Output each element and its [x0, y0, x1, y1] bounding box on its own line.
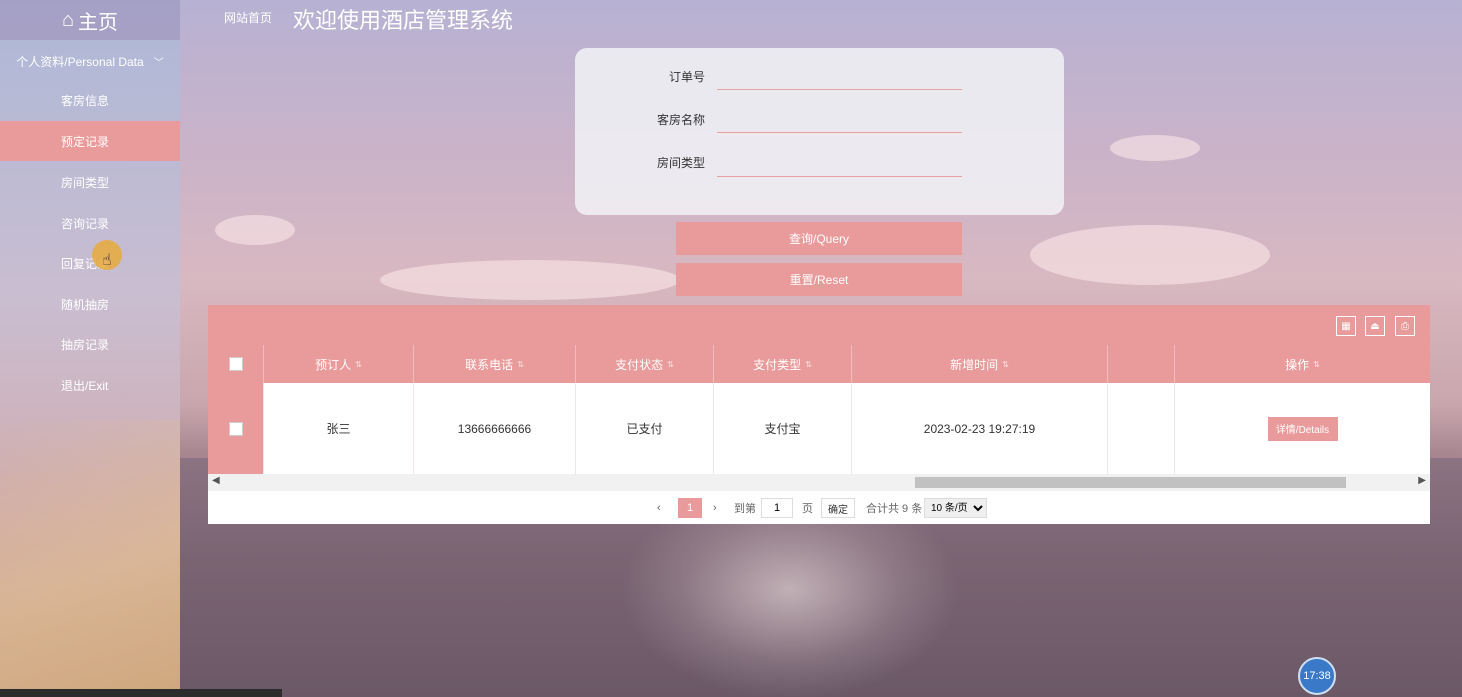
page-unit-label: 页 — [802, 503, 813, 515]
cloud-shape — [1030, 225, 1270, 285]
cell-created: 2023-02-23 19:27:19 — [852, 383, 1108, 474]
scroll-right-icon[interactable]: ▶ — [1418, 475, 1426, 486]
sidebar-item-label: 抽房记录 — [61, 337, 110, 352]
row-checkbox[interactable] — [228, 421, 243, 436]
cloud-shape — [380, 260, 680, 300]
next-page-icon[interactable]: › — [713, 498, 717, 518]
scroll-thumb[interactable] — [915, 477, 1346, 488]
search-panel: 订单号 客房名称 房间类型 — [575, 48, 1064, 215]
sidebar-item-rooms[interactable]: 客房信息 — [0, 80, 180, 120]
sort-icon: ⇅ — [517, 359, 524, 369]
goto-page-input[interactable] — [761, 498, 793, 518]
chevron-down-icon: ﹀ — [153, 57, 164, 69]
goto-confirm-button[interactable]: 确定 — [821, 498, 855, 518]
column-label: 新增时间 — [950, 357, 999, 372]
column-label: 支付类型 — [753, 357, 802, 372]
columns-icon[interactable]: ▦ — [1336, 316, 1356, 336]
cell-blank — [1108, 383, 1175, 474]
sidebar-item-label: 房间类型 — [61, 175, 110, 190]
cell-booker: 张三 — [264, 383, 414, 474]
sidebar-section-label: 个人资料/Personal Data — [16, 54, 144, 69]
sidebar-section-personal[interactable]: 个人资料/Personal Data ﹀ — [0, 50, 180, 72]
select-all-checkbox[interactable] — [228, 357, 243, 371]
brand-title: 主页 — [78, 11, 119, 34]
sidebar-item-room-types[interactable]: 房间类型 — [0, 162, 180, 202]
sidebar-item-label: 退出/Exit — [61, 378, 109, 393]
column-header-pay-type[interactable]: 支付类型 ⇅ — [714, 345, 852, 383]
status-strip — [0, 689, 282, 697]
column-label: 预订人 — [315, 357, 352, 372]
room-type-input[interactable] — [717, 151, 962, 177]
column-label: 操作 — [1285, 357, 1310, 372]
column-header-pay-status[interactable]: 支付状态 ⇅ — [576, 345, 714, 383]
goto-label: 到第 — [734, 503, 756, 515]
print-icon[interactable]: ⎙ — [1395, 316, 1415, 336]
page-size-select[interactable]: 10 条/页 — [924, 498, 987, 518]
export-icon[interactable]: ⏏ — [1365, 316, 1385, 336]
horizontal-scrollbar[interactable]: ◀ ▶ — [208, 474, 1430, 491]
column-header-phone[interactable]: 联系电话 ⇅ — [414, 345, 576, 383]
column-label: 支付状态 — [615, 357, 664, 372]
query-button[interactable]: 查询/Query — [676, 222, 962, 255]
sidebar-item-label: 随机抽房 — [61, 297, 110, 312]
order-number-input[interactable] — [717, 64, 962, 90]
column-header-created[interactable]: 新增时间 ⇅ — [852, 345, 1108, 383]
cloud-shape — [1110, 135, 1200, 161]
sidebar-item-inquiries[interactable]: 咨询记录 — [0, 203, 180, 243]
sidebar-item-draw-records[interactable]: 抽房记录 — [0, 324, 180, 364]
home-icon: ⌂ — [61, 9, 75, 31]
column-header-booker[interactable]: 预订人 ⇅ — [264, 345, 414, 383]
row-select-cell — [208, 383, 264, 474]
sort-icon: ⇅ — [1313, 359, 1320, 369]
room-name-input[interactable] — [717, 107, 962, 133]
sort-icon: ⇅ — [1002, 359, 1009, 369]
sidebar-item-bookings[interactable]: 预定记录 — [0, 121, 180, 161]
cell-pay-type: 支付宝 — [714, 383, 852, 474]
page-title: 欢迎使用酒店管理系统 — [293, 8, 514, 33]
sidebar-item-random-room[interactable]: 随机抽房 — [0, 284, 180, 324]
room-name-label: 客房名称 — [656, 113, 705, 127]
records-table: ▦ ⏏ ⎙ 预订人 ⇅ 联系电话 ⇅ 支付状态 ⇅ 支付类型 ⇅ 新增时间 ⇅ 操作 ⇅ — [208, 305, 1430, 524]
column-header-actions[interactable]: 操作 ⇅ — [1175, 345, 1430, 383]
table-row[interactable]: 张三 13666666666 已支付 支付宝 2023-02-23 19:27:… — [208, 383, 1430, 474]
scroll-left-icon[interactable]: ◀ — [212, 475, 220, 486]
sidebar-item-label: 预定记录 — [61, 134, 110, 149]
clock-widget[interactable]: 17:38 — [1298, 657, 1336, 695]
details-button[interactable]: 详情/Details — [1267, 416, 1338, 441]
column-label: 联系电话 — [465, 357, 514, 372]
total-count: 合计共 9 条 — [866, 503, 923, 515]
sidebar-item-replies[interactable]: 回复记录 — [0, 243, 180, 283]
table-header: 预订人 ⇅ 联系电话 ⇅ 支付状态 ⇅ 支付类型 ⇅ 新增时间 ⇅ 操作 ⇅ — [208, 345, 1430, 383]
cell-pay-status: 已支付 — [576, 383, 714, 474]
sort-icon: ⇅ — [355, 359, 362, 369]
sort-icon: ⇅ — [667, 359, 674, 369]
column-header-blank — [1108, 345, 1175, 383]
prev-page-icon[interactable]: ‹ — [657, 498, 661, 518]
select-all-cell — [208, 345, 264, 383]
sidebar-item-exit[interactable]: 退出/Exit — [0, 365, 180, 405]
room-type-label: 房间类型 — [656, 156, 705, 170]
hand-cursor-icon: ☝ — [102, 252, 112, 269]
sidebar-item-label: 客房信息 — [61, 93, 110, 108]
reset-button[interactable]: 重置/Reset — [676, 263, 962, 296]
sort-icon: ⇅ — [805, 359, 812, 369]
home-link[interactable]: ⌂ 主页 — [0, 0, 180, 40]
cloud-shape — [215, 215, 295, 245]
cell-actions: 详情/Details — [1175, 383, 1430, 474]
top-bar: ⌂ 主页 网站首页 欢迎使用酒店管理系统 — [0, 0, 1462, 40]
reed-image — [0, 420, 180, 697]
breadcrumb[interactable]: 网站首页 — [224, 9, 272, 26]
table-toolbar: ▦ ⏏ ⎙ — [208, 305, 1430, 345]
page-number-current[interactable]: 1 — [678, 498, 702, 518]
pagination: ‹ 1 › 到第 页 确定 合计共 9 条 10 条/页 — [208, 491, 1430, 524]
cell-phone: 13666666666 — [414, 383, 576, 474]
sidebar-item-label: 咨询记录 — [61, 216, 110, 231]
sidebar: 个人资料/Personal Data ﹀ 客房信息 预定记录 房间类型 咨询记录… — [0, 40, 180, 697]
order-number-label: 订单号 — [668, 70, 705, 84]
